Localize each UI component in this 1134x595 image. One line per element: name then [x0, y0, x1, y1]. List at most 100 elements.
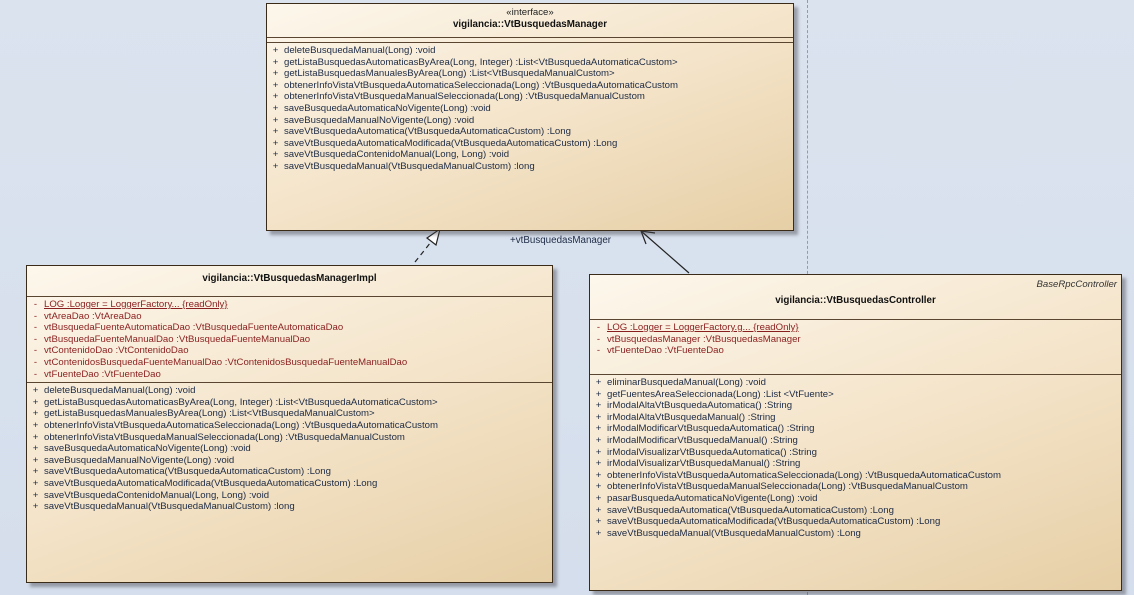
- visibility-marker: +: [595, 481, 602, 493]
- operation-row-text: saveVtBusquedaManual(VtBusquedaManualCus…: [284, 160, 535, 172]
- visibility-marker: +: [32, 477, 39, 489]
- attribute-row-text: vtFuenteDao :VtFuenteDao: [44, 368, 161, 380]
- operation-row: + getListaBusquedasManualesByArea(Long) :…: [267, 68, 793, 80]
- attribute-row: - vtFuenteDao :VtFuenteDao: [590, 345, 1121, 357]
- visibility-marker: -: [596, 345, 601, 357]
- operation-row: + saveVtBusquedaManual(VtBusquedaManualCu…: [590, 528, 1121, 540]
- operation-row-text: getListaBusquedasManualesByArea(Long) :L…: [44, 408, 375, 420]
- visibility-marker: +: [272, 126, 279, 138]
- visibility-marker: -: [596, 322, 601, 333]
- operation-row: + obtenerInfoVistaVtBusquedaAutomaticaSel…: [590, 470, 1121, 482]
- operation-row: + irModalVisualizarVtBusquedaAutomatica()…: [590, 447, 1121, 459]
- interface-stereotype: «interface»: [506, 7, 554, 18]
- operation-row: + getListaBusquedasAutomaticasByArea(Long…: [27, 397, 552, 409]
- attribute-row: - LOG :Logger = LoggerFactory.g... {readO…: [590, 322, 1121, 334]
- operation-row-text: irModalModificarVtBusquedaAutomatica() :…: [607, 423, 815, 435]
- operation-row-text: irModalVisualizarVtBusquedaAutomatica() …: [607, 446, 817, 458]
- controller-parent-class: BaseRpcController: [1036, 279, 1117, 290]
- operation-row-text: saveVtBusquedaContenidoManual(Long, Long…: [44, 489, 270, 501]
- visibility-marker: +: [32, 489, 39, 501]
- operation-row-text: saveVtBusquedaAutomaticaModificada(VtBus…: [44, 477, 378, 489]
- operation-row-text: getListaBusquedasAutomaticasByArea(Long,…: [44, 396, 438, 408]
- operation-row: + deleteBusquedaManual(Long) :void: [27, 385, 552, 397]
- operation-row: + obtenerInfoVistaVtBusquedaManualSelecci…: [27, 432, 552, 444]
- operation-row: + saveVtBusquedaAutomaticaModificada(VtBu…: [590, 516, 1121, 528]
- operation-row-text: saveBusquedaManualNoVigente(Long) :void: [44, 454, 235, 466]
- attribute-row-text: vtBusquedaFuenteAutomaticaDao :VtBusqued…: [44, 322, 344, 334]
- attribute-row-text: LOG :Logger = LoggerFactory... {readOnly…: [44, 299, 228, 310]
- operation-row: + eliminarBusquedaManual(Long) :void: [590, 377, 1121, 389]
- operation-row-text: saveVtBusquedaManual(VtBusquedaManualCus…: [607, 527, 861, 539]
- visibility-marker: +: [595, 434, 602, 446]
- impl-operations: + deleteBusquedaManual(Long) :void + getLis…: [27, 382, 552, 515]
- operation-row-text: saveBusquedaAutomaticaNoVigente(Long) :v…: [44, 443, 251, 455]
- operation-row: + saveBusquedaManualNoVigente(Long) :void: [27, 455, 552, 467]
- operation-row-text: irModalAltaVtBusquedaManual() :String: [607, 411, 776, 423]
- visibility-marker: +: [272, 79, 279, 91]
- visibility-marker: +: [32, 501, 39, 513]
- operation-row: + saveVtBusquedaAutomatica(VtBusquedaAuto…: [590, 505, 1121, 517]
- visibility-marker: +: [32, 419, 39, 431]
- operation-row: + obtenerInfoVistaVtBusquedaManualSelecci…: [267, 91, 793, 103]
- visibility-marker: +: [595, 504, 602, 516]
- attribute-row: - vtFuenteDao :VtFuenteDao: [27, 369, 552, 381]
- visibility-marker: +: [32, 466, 39, 478]
- visibility-marker: +: [272, 102, 279, 114]
- operation-row: + saveBusquedaAutomaticaNoVigente(Long) :…: [267, 103, 793, 115]
- visibility-marker: +: [595, 411, 602, 423]
- operation-row: + saveVtBusquedaContenidoManual(Long, Lon…: [267, 149, 793, 161]
- visibility-marker: +: [32, 408, 39, 420]
- visibility-marker: +: [272, 56, 279, 68]
- visibility-marker: +: [272, 149, 279, 161]
- operation-row: + irModalModificarVtBusquedaAutomatica() …: [590, 423, 1121, 435]
- visibility-marker: +: [595, 516, 602, 528]
- visibility-marker: +: [595, 458, 602, 470]
- class-vtbusquedasmanagerimpl[interactable]: vigilancia::VtBusquedasManagerImpl - LOG …: [26, 265, 553, 583]
- operation-row-text: pasarBusquedaAutomaticaNoVigente(Long) :…: [607, 492, 818, 504]
- visibility-marker: +: [595, 469, 602, 481]
- controller-class-name: vigilancia::VtBusquedasController: [775, 295, 936, 306]
- visibility-marker: -: [33, 310, 38, 322]
- operation-row: + irModalModificarVtBusquedaManual() :Str…: [590, 435, 1121, 447]
- visibility-marker: +: [32, 431, 39, 443]
- visibility-marker: -: [33, 356, 38, 368]
- attribute-row: - vtBusquedaFuenteManualDao :VtBusquedaFu…: [27, 334, 552, 346]
- visibility-marker: +: [272, 137, 279, 149]
- operation-row-text: getListaBusquedasManualesByArea(Long) :L…: [284, 68, 615, 80]
- attribute-row-text: vtBusquedasManager :VtBusquedasManager: [607, 333, 801, 345]
- class-vtbusquedascontroller[interactable]: BaseRpcController vigilancia::VtBusqueda…: [589, 274, 1122, 591]
- impl-attributes: - LOG :Logger = LoggerFactory... {readOnl…: [27, 296, 552, 382]
- controller-attributes: - LOG :Logger = LoggerFactory.g... {readO…: [590, 319, 1121, 374]
- operation-row: + saveBusquedaAutomaticaNoVigente(Long) :…: [27, 443, 552, 455]
- interface-operations: + deleteBusquedaManual(Long) :void + getLis…: [267, 42, 793, 175]
- operation-row: + saveVtBusquedaAutomaticaModificada(VtBu…: [267, 138, 793, 150]
- visibility-marker: +: [272, 68, 279, 80]
- visibility-marker: +: [272, 91, 279, 103]
- operation-row-text: getListaBusquedasAutomaticasByArea(Long,…: [284, 56, 678, 68]
- visibility-marker: -: [33, 345, 38, 357]
- operation-row: + obtenerInfoVistaVtBusquedaAutomaticaSel…: [27, 420, 552, 432]
- operation-row: + getFuentesAreaSeleccionada(Long) :List …: [590, 389, 1121, 401]
- impl-class-name: vigilancia::VtBusquedasManagerImpl: [202, 273, 377, 284]
- operation-row: + saveVtBusquedaContenidoManual(Long, Lon…: [27, 490, 552, 502]
- operation-row-text: obtenerInfoVistaVtBusquedaManualSeleccio…: [44, 431, 405, 443]
- operation-row: + irModalVisualizarVtBusquedaManual() :St…: [590, 458, 1121, 470]
- operation-row: + saveVtBusquedaAutomatica(VtBusquedaAuto…: [267, 126, 793, 138]
- operation-row-text: saveVtBusquedaAutomatica(VtBusquedaAutom…: [44, 466, 331, 478]
- attribute-row-text: vtContenidoDao :VtContenidoDao: [44, 345, 189, 357]
- interface-vtbusquedasmanager[interactable]: «interface» vigilancia::VtBusquedasManag…: [266, 3, 794, 231]
- operation-row-text: saveVtBusquedaAutomatica(VtBusquedaAutom…: [607, 504, 894, 516]
- operation-row: + getListaBusquedasAutomaticasByArea(Long…: [267, 57, 793, 69]
- realization-line: [414, 241, 432, 263]
- visibility-marker: +: [32, 385, 39, 397]
- operation-row-text: saveVtBusquedaManual(VtBusquedaManualCus…: [44, 501, 295, 513]
- operation-row-text: saveVtBusquedaAutomaticaModificada(VtBus…: [607, 516, 941, 528]
- controller-operations: + eliminarBusquedaManual(Long) :void + getF…: [590, 374, 1121, 541]
- operation-row-text: obtenerInfoVistaVtBusquedaManualSeleccio…: [607, 481, 968, 493]
- visibility-marker: -: [33, 333, 38, 345]
- attribute-row: - vtContenidoDao :VtContenidoDao: [27, 345, 552, 357]
- attribute-row-text: vtFuenteDao :VtFuenteDao: [607, 345, 724, 357]
- operation-row: + deleteBusquedaManual(Long) :void: [267, 45, 793, 57]
- operation-row: + saveVtBusquedaAutomatica(VtBusquedaAuto…: [27, 466, 552, 478]
- attribute-row-text: vtBusquedaFuenteManualDao :VtBusquedaFue…: [44, 333, 311, 345]
